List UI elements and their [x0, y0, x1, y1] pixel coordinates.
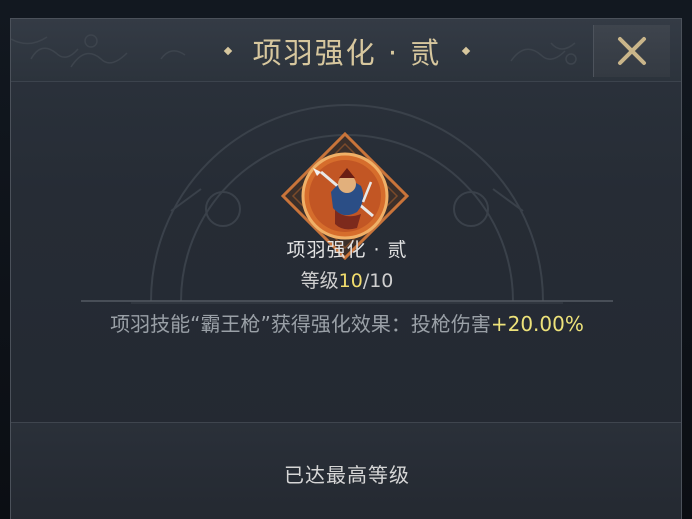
level-max: /10: [362, 270, 394, 292]
effect-value: +20.00%: [490, 312, 584, 336]
level-current: 10: [338, 270, 363, 292]
level-label: 等级: [300, 270, 339, 292]
skill-effect: 项羽技能“霸王枪”获得强化效果：投枪伤害+20.00%: [11, 308, 681, 337]
effect-text: 项羽技能“霸王枪”获得强化效果：投枪伤害: [110, 312, 491, 336]
dialog-footer: 已达最高等级: [11, 422, 681, 519]
skill-level: 等级10/10: [11, 266, 681, 293]
upgrade-dialog: 项羽强化 · 贰 项羽强化 · 贰 等级10/10 项羽技能“霸王枪”获得强化效…: [10, 18, 682, 519]
max-level-status: 已达最高等级: [284, 463, 410, 487]
skill-name: 项羽强化 · 贰: [286, 239, 408, 261]
